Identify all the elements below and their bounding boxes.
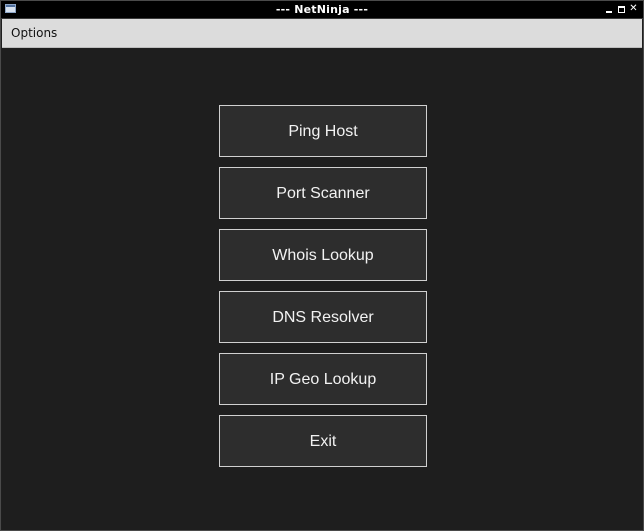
minimize-icon[interactable] [604,3,615,15]
ip-geo-lookup-button[interactable]: IP Geo Lookup [219,353,427,405]
port-scanner-button[interactable]: Port Scanner [219,167,427,219]
maximize-icon[interactable] [616,3,627,15]
menu-options[interactable]: Options [6,23,62,44]
whois-lookup-button[interactable]: Whois Lookup [219,229,427,281]
menu-bar: Options [2,19,642,48]
exit-button[interactable]: Exit [219,415,427,467]
close-icon[interactable]: ✕ [628,3,639,15]
dns-resolver-button[interactable]: DNS Resolver [219,291,427,343]
ping-host-button[interactable]: Ping Host [219,105,427,157]
app-window: --- NetNinja --- ✕ Options Ping Host Por… [0,0,644,531]
window-title: --- NetNinja --- [275,3,369,16]
title-bar[interactable]: --- NetNinja --- ✕ [1,1,643,19]
